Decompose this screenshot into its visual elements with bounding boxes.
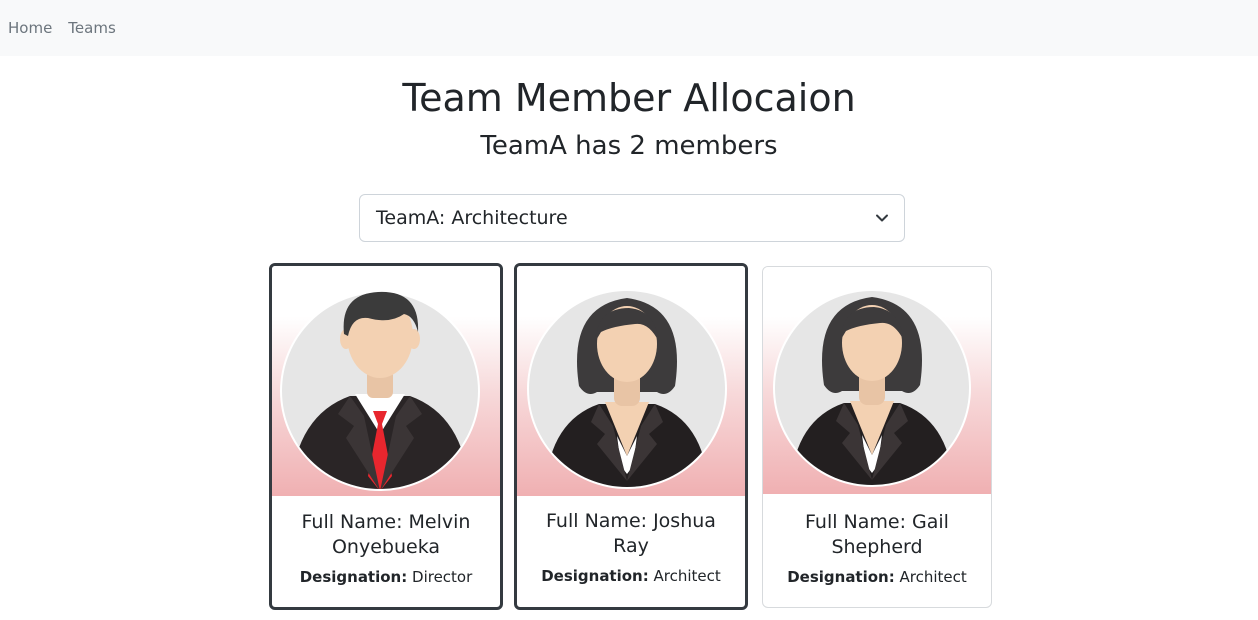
designation-value: Architect bbox=[899, 568, 967, 586]
navbar: Home Teams bbox=[0, 0, 1258, 56]
member-name: Full Name: Melvin Onyebueka bbox=[301, 511, 471, 558]
designation-label: Designation: bbox=[541, 567, 649, 585]
male-avatar-icon bbox=[280, 291, 480, 491]
designation-value: Architect bbox=[653, 567, 721, 585]
member-card[interactable]: Full Name: Gail Shepherd Designation: Ar… bbox=[762, 266, 992, 608]
member-avatar bbox=[763, 267, 991, 494]
member-name: Full Name: Joshua Ray bbox=[546, 510, 716, 557]
member-avatar bbox=[272, 266, 500, 496]
nav-home-link[interactable]: Home bbox=[8, 19, 52, 37]
female-avatar-icon bbox=[773, 289, 971, 487]
designation-label: Designation: bbox=[299, 568, 408, 586]
designation-label: Designation: bbox=[787, 568, 895, 586]
page-subtitle: TeamA has 2 members bbox=[480, 131, 778, 161]
chevron-down-icon bbox=[876, 214, 888, 222]
member-card-body: Full Name: Gail Shepherd Designation: Ar… bbox=[763, 510, 991, 587]
member-name: Full Name: Gail Shepherd bbox=[805, 511, 949, 558]
member-card-body: Full Name: Melvin Onyebueka Designation:… bbox=[272, 510, 500, 587]
designation-value: Director bbox=[412, 568, 473, 586]
member-designation: Designation: Architect bbox=[763, 567, 991, 587]
nav-teams-link[interactable]: Teams bbox=[68, 19, 115, 37]
member-designation: Designation: Director bbox=[272, 567, 500, 587]
team-select-value: TeamA: Architecture bbox=[376, 207, 568, 229]
page-title: Team Member Allocaion bbox=[402, 76, 856, 120]
member-card[interactable]: Full Name: Melvin Onyebueka Designation:… bbox=[269, 263, 503, 610]
member-avatar bbox=[517, 266, 745, 496]
member-card-body: Full Name: Joshua Ray Designation: Archi… bbox=[517, 509, 745, 586]
member-designation: Designation: Architect bbox=[517, 566, 745, 586]
member-card[interactable]: Full Name: Joshua Ray Designation: Archi… bbox=[514, 263, 748, 610]
team-select[interactable]: TeamA: Architecture bbox=[359, 194, 905, 242]
female-avatar-icon bbox=[527, 289, 727, 489]
